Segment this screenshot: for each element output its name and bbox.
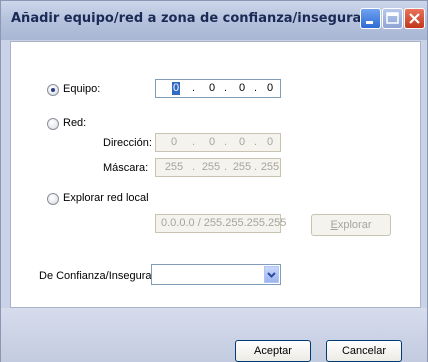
mascara-octet-3: 255 (232, 161, 252, 173)
explorar-range-field[interactable]: 0.0.0.0 / 255.255.255.255 (155, 214, 286, 233)
cancel-button-label: Cancelar (341, 345, 387, 357)
ip-dot: . (192, 82, 196, 94)
explorar-button[interactable]: Explorar (311, 214, 391, 236)
radio-selected-dot (51, 88, 55, 92)
explorar-accesskey: E (330, 219, 338, 231)
close-button[interactable] (404, 8, 425, 29)
title-bar[interactable]: Añadir equipo/red a zona de confianza/in… (1, 1, 427, 40)
ip-dot: . (224, 136, 228, 148)
ip-dot: . (224, 82, 228, 94)
chevron-down-icon (267, 272, 276, 278)
direccion-octet-3: 0 (238, 136, 246, 148)
equipo-label: Equipo: (63, 83, 101, 95)
dialog-footer: Aceptar Cancelar (1, 308, 427, 362)
explorar-button-rest: xplorar (337, 219, 372, 231)
direccion-octet-4: 0 (266, 136, 274, 148)
mascara-octet-1: 255 (164, 161, 184, 173)
dialog-window: Añadir equipo/red a zona de confianza/in… (0, 0, 428, 362)
explorar-label: Explorar red local (63, 192, 149, 204)
zona-dropdown[interactable] (151, 264, 281, 285)
equipo-octet-1[interactable]: 0 (172, 82, 180, 95)
radio-equipo[interactable] (47, 84, 59, 96)
dialog-content: Equipo: 0 . 0 . 0 . 0 Red: Dirección: 0 … (10, 41, 421, 308)
mascara-octet-4: 255 (260, 161, 280, 173)
mascara-label: Máscara: (103, 162, 149, 174)
maximize-icon (386, 12, 399, 24)
ip-dot: . (192, 136, 196, 148)
zona-label: De Confianza/Insegura (39, 270, 152, 282)
maximize-button[interactable] (382, 8, 403, 29)
window-title: Añadir equipo/red a zona de confianza/in… (11, 11, 362, 26)
mascara-ip-input[interactable]: 255 . 255 . 255 . 255 (155, 158, 281, 177)
ip-dot: . (224, 161, 228, 173)
red-label: Red: (63, 117, 87, 129)
ip-dot: . (254, 161, 258, 173)
accept-button[interactable]: Aceptar (235, 340, 311, 362)
accept-button-label: Aceptar (254, 345, 292, 357)
dropdown-arrow-button[interactable] (264, 266, 279, 283)
mascara-octet-2: 255 (201, 161, 221, 173)
equipo-octet-3[interactable]: 0 (232, 82, 252, 94)
radio-red[interactable] (47, 118, 59, 130)
minimize-button[interactable] (360, 8, 381, 29)
cancel-button[interactable]: Cancelar (326, 340, 402, 362)
ip-dot: . (254, 82, 258, 94)
ip-dot: . (192, 161, 196, 173)
direccion-octet-2: 0 (208, 136, 216, 148)
radio-explorar[interactable] (47, 193, 59, 205)
equipo-octet-2[interactable]: 0 (202, 82, 222, 94)
equipo-ip-input[interactable]: 0 . 0 . 0 . 0 (155, 79, 281, 98)
direccion-label: Dirección: (103, 137, 152, 149)
equipo-octet-4[interactable]: 0 (260, 82, 280, 94)
direccion-octet-1: 0 (170, 136, 178, 148)
close-icon (409, 13, 420, 24)
ip-dot: . (254, 136, 258, 148)
minimize-icon (366, 21, 373, 24)
direccion-ip-input[interactable]: 0 . 0 . 0 . 0 (155, 133, 281, 152)
